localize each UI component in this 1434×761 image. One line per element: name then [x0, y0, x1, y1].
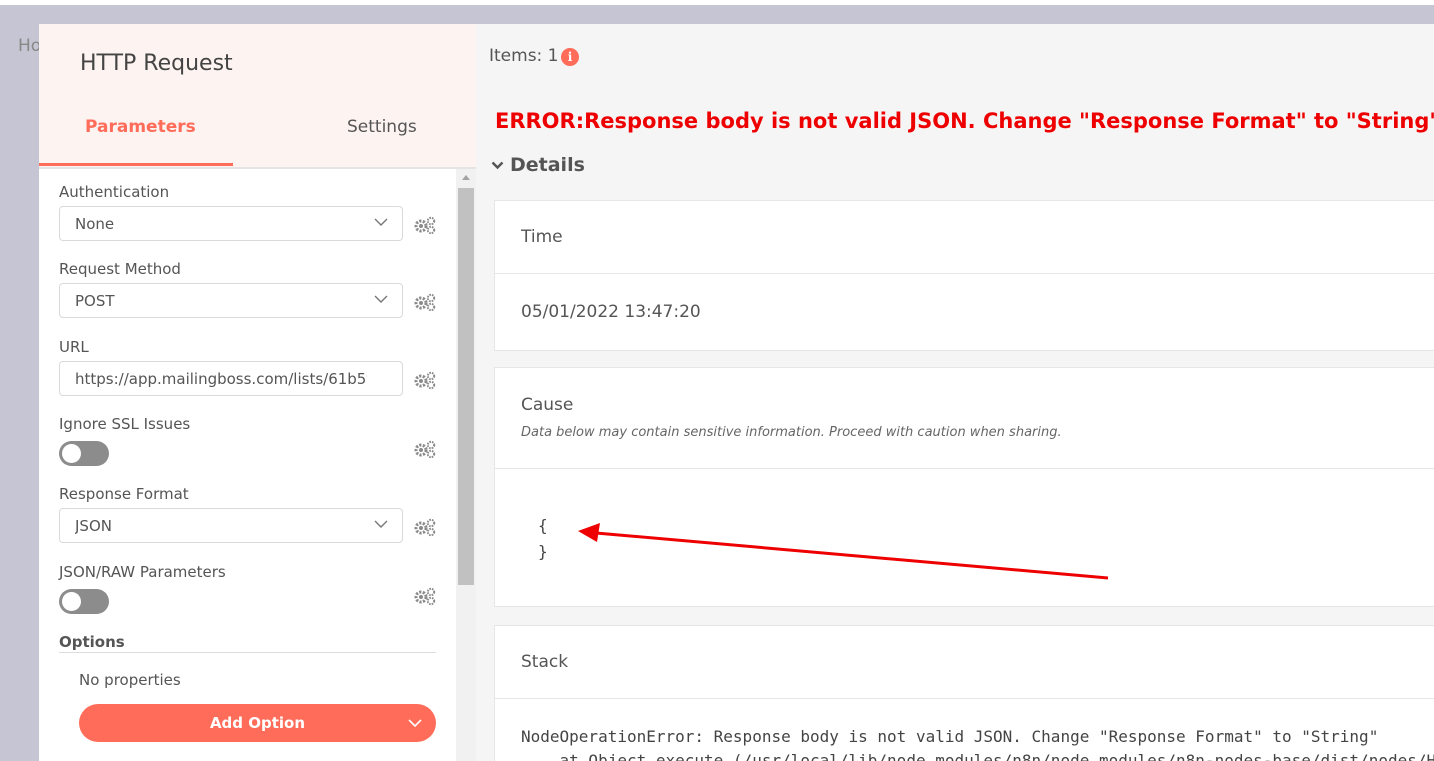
arrow-annotation	[578, 523, 1109, 580]
